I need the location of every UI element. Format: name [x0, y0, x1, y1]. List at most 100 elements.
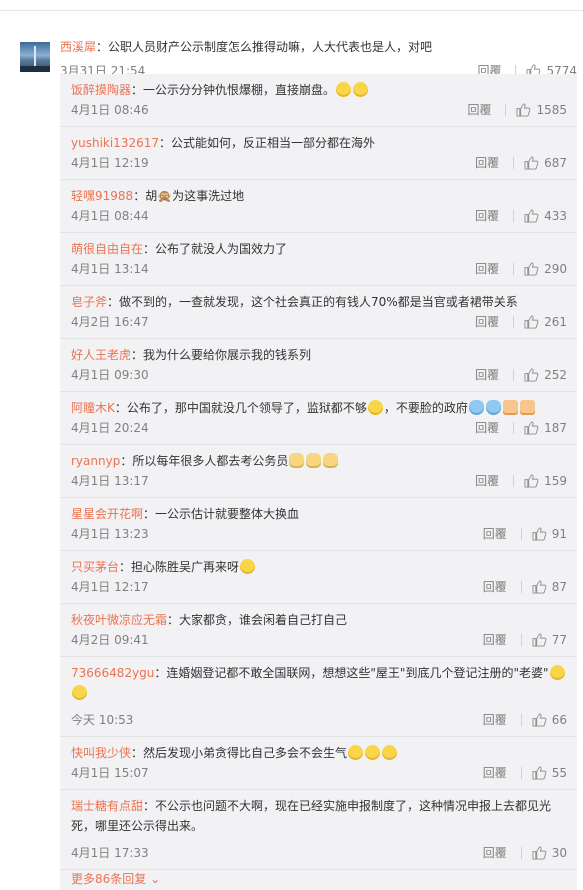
list-item: 秋夜叶微凉应无霜：大家都贪，谁会闲着自己打自己 4月2日 09:41 回覆 77	[60, 604, 577, 657]
reply-body: ：公布了，那中国就没几个领导了，监狱都不够	[114, 401, 367, 415]
like-count: 187	[544, 420, 567, 435]
thumbs-up-icon[interactable]	[524, 367, 539, 382]
thumbs-up-icon[interactable]	[532, 579, 547, 594]
thumbs-up-icon[interactable]	[516, 102, 531, 117]
reply-username[interactable]: 萌很自由自在	[71, 242, 143, 256]
reply-text: 萌很自由自在：公布了就没人为国效力了	[71, 239, 567, 259]
like-count: 1585	[536, 102, 567, 117]
reply-username[interactable]: 73666482ygu	[71, 666, 154, 680]
like-count: 433	[544, 208, 567, 223]
reply-timestamp: 4月2日 16:47	[71, 315, 149, 329]
reply-actions: 回覆 252	[475, 366, 567, 383]
hug-emoji-icon	[353, 82, 369, 97]
reply-actions: 回覆 77	[483, 631, 567, 648]
root-username[interactable]: 西溪犀	[60, 40, 96, 54]
reply-text: 73666482ygu：连婚姻登记都不敢全国联网，想想这些"屋王"到底几个登记注…	[71, 663, 567, 703]
reply-text: yushiki132617：公式能如何，反正相当一部分都在海外	[71, 133, 567, 153]
reply-username[interactable]: 快叫我少侠	[71, 746, 131, 760]
list-item: 好人王老虎：我为什么要给你展示我的钱系列 4月1日 09:30 回覆 252	[60, 339, 577, 392]
reply-timestamp: 今天 10:53	[71, 713, 134, 727]
thumbs-up-icon[interactable]	[524, 314, 539, 329]
reply-actions: 回覆 290	[475, 260, 567, 277]
avatar[interactable]	[20, 42, 50, 72]
reply-button[interactable]: 回覆	[475, 260, 499, 277]
reply-username[interactable]: 阿瞳木K	[71, 401, 115, 415]
reply-button[interactable]: 回覆	[475, 366, 499, 383]
thumbs-up-icon[interactable]	[524, 473, 539, 488]
divider	[520, 713, 522, 726]
reply-button[interactable]: 回覆	[475, 154, 499, 171]
list-item: 瑞士糖有点甜：不公示也问题不大啊，现在已经实施申报制度了，这种情况申报上去都见光…	[60, 790, 577, 870]
reply-button[interactable]: 回覆	[467, 101, 491, 118]
reply-text: 好人王老虎：我为什么要给你展示我的钱系列	[71, 345, 567, 365]
reply-button[interactable]: 回覆	[483, 578, 507, 595]
shrug-emoji-icon	[367, 400, 383, 415]
weep-emoji-icon	[468, 400, 484, 415]
list-item: 星星会开花啊：一公示估计就要整体大换血 4月1日 13:23 回覆 91	[60, 498, 577, 551]
more-replies-link[interactable]: 更多86条回复 ⌄	[71, 870, 160, 887]
reply-body: ：大家都贪，谁会闲着自己打自己	[167, 613, 348, 627]
divider	[520, 527, 522, 540]
reply-timestamp: 4月1日 13:17	[71, 474, 149, 488]
divider	[513, 262, 515, 275]
reply-timestamp: 4月1日 13:23	[71, 527, 149, 541]
reply-body: ：一公示估计就要整体大换血	[143, 507, 300, 521]
thumbdown-emoji-icon	[502, 400, 518, 415]
smirk-emoji-icon	[72, 685, 87, 700]
like-count: 91	[551, 526, 567, 541]
thumbs-up-icon[interactable]	[532, 632, 547, 647]
reply-username[interactable]: 只买茅台	[71, 560, 119, 574]
reply-actions: 回覆 261	[475, 313, 567, 330]
reply-button[interactable]: 回覆	[475, 207, 499, 224]
reply-username[interactable]: 秋夜叶微凉应无霜	[71, 613, 167, 627]
reply-button[interactable]: 回覆	[483, 764, 507, 781]
reply-body: ：所以每年很多人都去考公务员	[120, 454, 289, 468]
reply-body: ：担心陈胜吴广再来呀	[119, 560, 240, 574]
thumbs-up-icon[interactable]	[524, 208, 539, 223]
thumbs-up-icon[interactable]	[524, 155, 539, 170]
reply-text: 轻嘿91988：胡🙊为这事洗过地	[71, 186, 567, 206]
cry-laugh-emoji-icon	[382, 745, 398, 760]
reply-username[interactable]: 皂子斧	[71, 295, 107, 309]
reply-body: ：一公示分分钟仇恨爆棚，直接崩盘。	[131, 83, 336, 97]
reply-button[interactable]: 回覆	[483, 844, 507, 861]
reply-text: 秋夜叶微凉应无霜：大家都贪，谁会闲着自己打自己	[71, 610, 567, 630]
thumbs-up-icon[interactable]	[524, 261, 539, 276]
reply-username[interactable]: yushiki132617	[71, 136, 159, 150]
reply-button[interactable]: 回覆	[475, 313, 499, 330]
reply-username[interactable]: 饭醉摸陶器	[71, 83, 131, 97]
reply-button[interactable]: 回覆	[483, 631, 507, 648]
reply-button[interactable]: 回覆	[483, 711, 507, 728]
thumbs-up-icon[interactable]	[532, 712, 547, 727]
thumbs-up-icon[interactable]	[524, 420, 539, 435]
reply-username[interactable]: 星星会开花啊	[71, 507, 143, 521]
cat-emoji-icon	[289, 453, 305, 468]
reply-username[interactable]: 好人王老虎	[71, 348, 131, 362]
thumbs-up-icon[interactable]	[532, 765, 547, 780]
like-count: 252	[544, 367, 567, 382]
thumbs-up-icon[interactable]	[532, 845, 547, 860]
reply-timestamp: 4月1日 17:33	[71, 846, 149, 860]
like-count: 55	[551, 765, 567, 780]
list-item: ryannyp：所以每年很多人都去考公务员 4月1日 13:17 回覆 159	[60, 445, 577, 498]
reply-username[interactable]: 瑞士糖有点甜	[71, 799, 143, 813]
like-count: 30	[551, 845, 567, 860]
divider	[513, 368, 515, 381]
divider	[513, 209, 515, 222]
reply-actions: 回覆 87	[483, 578, 567, 595]
reply-username[interactable]: 轻嘿91988	[71, 189, 133, 203]
divider	[513, 474, 515, 487]
more-replies-label: 更多86条回复	[71, 872, 147, 886]
cry-laugh-emoji-icon	[365, 745, 381, 760]
reply-button[interactable]: 回覆	[475, 472, 499, 489]
list-item: yushiki132617：公式能如何，反正相当一部分都在海外 4月1日 12:1…	[60, 127, 577, 180]
reply-button[interactable]: 回覆	[483, 525, 507, 542]
reply-button[interactable]: 回覆	[475, 419, 499, 436]
smirk-emoji-icon	[549, 665, 565, 680]
root-comment: 西溪犀：公职人员财产公示制度怎么推得动嘛，人大代表也是人，对吧 3月31日 21…	[0, 11, 583, 78]
reply-timestamp: 4月1日 08:46	[71, 103, 149, 117]
reply-body: ：公布了就没人为国效力了	[143, 242, 288, 256]
divider	[513, 156, 515, 169]
reply-username[interactable]: ryannyp	[71, 454, 120, 468]
thumbs-up-icon[interactable]	[532, 526, 547, 541]
